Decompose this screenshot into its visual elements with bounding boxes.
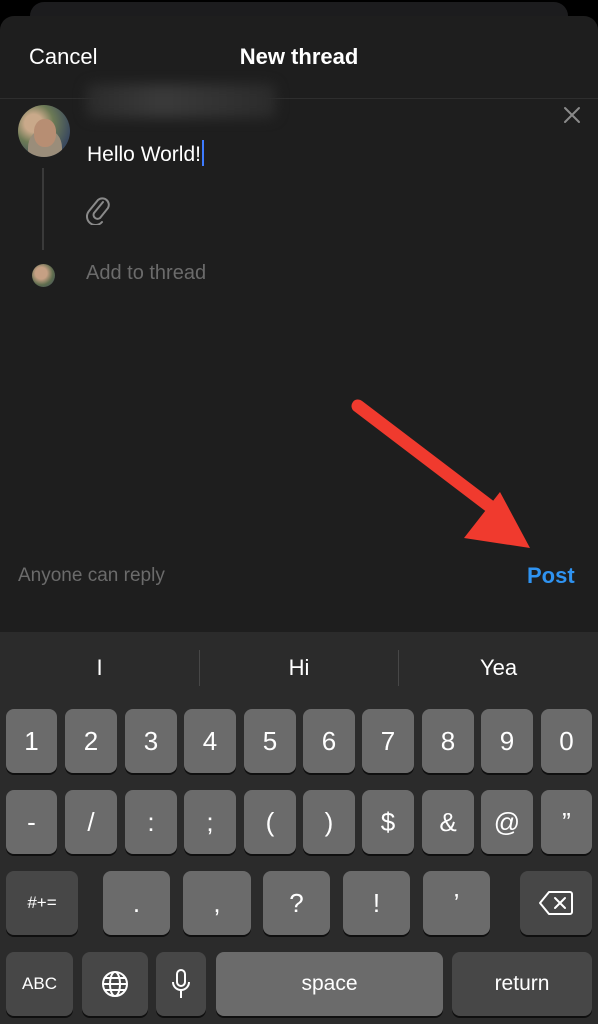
key-question[interactable]: ? — [263, 871, 330, 935]
key-more-symbols[interactable]: #+= — [6, 871, 78, 935]
key-close-paren[interactable]: ) — [303, 790, 355, 854]
key-at[interactable]: @ — [481, 790, 533, 854]
key-5[interactable]: 5 — [244, 709, 296, 773]
red-arrow-annotation — [351, 399, 530, 548]
key-7[interactable]: 7 — [362, 709, 414, 773]
username-redacted — [86, 84, 276, 118]
return-key[interactable]: return — [452, 952, 592, 1016]
key-4[interactable]: 4 — [184, 709, 236, 773]
key-slash[interactable]: / — [65, 790, 117, 854]
suggestion-item[interactable]: Yea — [399, 632, 598, 704]
key-colon[interactable]: : — [125, 790, 177, 854]
key-0[interactable]: 0 — [541, 709, 592, 773]
suggestion-item[interactable]: Hi — [200, 632, 398, 704]
text-caret — [201, 140, 204, 166]
key-8[interactable]: 8 — [422, 709, 474, 773]
key-apostrophe[interactable]: ’ — [423, 871, 490, 935]
key-semicolon[interactable]: ; — [184, 790, 236, 854]
microphone-key[interactable] — [156, 952, 206, 1016]
key-open-paren[interactable]: ( — [244, 790, 296, 854]
key-exclamation[interactable]: ! — [343, 871, 410, 935]
key-abc[interactable]: ABC — [6, 952, 73, 1016]
post-button[interactable]: Post — [527, 563, 575, 589]
thread-text: Hello World! — [87, 143, 201, 166]
key-hyphen[interactable]: - — [6, 790, 57, 854]
key-6[interactable]: 6 — [303, 709, 355, 773]
suggestion-bar: I Hi Yea — [0, 632, 598, 704]
key-1[interactable]: 1 — [6, 709, 57, 773]
suggestion-item[interactable]: I — [0, 632, 199, 704]
avatar-small — [32, 264, 55, 287]
key-period[interactable]: . — [103, 871, 170, 935]
key-quote[interactable]: ” — [541, 790, 592, 854]
key-ampersand[interactable]: & — [422, 790, 474, 854]
key-9[interactable]: 9 — [481, 709, 533, 773]
delete-backspace-icon — [539, 891, 573, 915]
paperclip-icon[interactable] — [84, 193, 112, 225]
microphone-icon — [172, 969, 190, 998]
delete-key[interactable] — [520, 871, 592, 935]
add-to-thread-input[interactable]: Add to thread — [86, 262, 206, 285]
thread-line — [42, 168, 44, 250]
thread-text-input[interactable]: Hello World! — [87, 140, 204, 167]
key-3[interactable]: 3 — [125, 709, 177, 773]
globe-icon — [102, 971, 128, 997]
space-key[interactable]: space — [216, 952, 443, 1016]
keyboard: I Hi Yea 1 2 3 4 5 6 7 8 9 0 - / : ; ( )… — [0, 632, 598, 1024]
key-comma[interactable]: , — [183, 871, 251, 935]
page-title: New thread — [239, 44, 359, 69]
reply-setting[interactable]: Anyone can reply — [18, 565, 165, 587]
globe-key[interactable] — [82, 952, 148, 1016]
key-2[interactable]: 2 — [65, 709, 117, 773]
close-icon[interactable] — [561, 104, 583, 126]
avatar — [18, 105, 70, 157]
key-dollar[interactable]: $ — [362, 790, 414, 854]
